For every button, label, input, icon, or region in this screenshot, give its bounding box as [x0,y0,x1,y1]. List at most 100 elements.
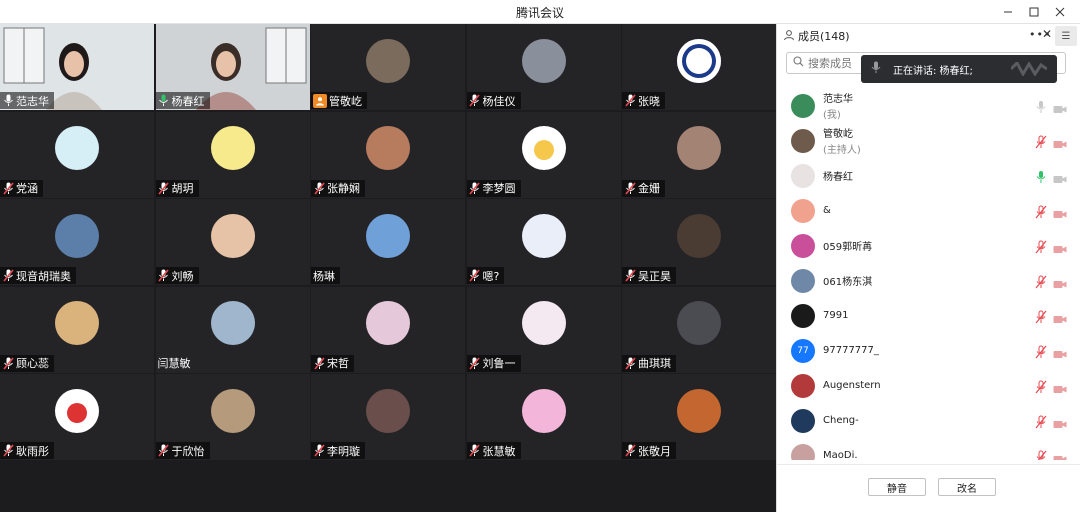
camera-icon[interactable] [1053,345,1067,358]
mic-muted-icon [469,356,481,370]
window-titlebar: 腾讯会议 [0,0,1080,24]
participant-name: 金姗 [638,182,660,195]
member-row[interactable]: 管敬屹 (主持人) [777,123,1080,158]
participant-tile[interactable]: 闫慧敏 [155,286,310,373]
people-icon [783,29,795,44]
members-scrollbar[interactable] [1073,88,1077,388]
member-row[interactable]: 059郭昕苒 [777,228,1080,263]
maximize-icon[interactable] [1022,2,1046,22]
mic-muted-icon [2,269,14,283]
member-row[interactable]: 7991 [777,298,1080,333]
participant-grid: 范志华 杨春红 管敬屹 杨佳仪 张晓党涵 胡玥 张静娴 李梦圆 金姗现音胡瑞奥 刘畅 杨琳 嗯? 吴正昊… [0,24,776,460]
mic-muted-icon[interactable] [1035,414,1047,429]
camera-icon[interactable] [1053,450,1067,460]
member-row[interactable]: Augenstern [777,368,1080,403]
participant-nametag: 李梦圆 [466,179,521,197]
camera-icon[interactable] [1053,310,1067,323]
close-icon[interactable]: ✕ [1042,27,1052,41]
camera-icon[interactable] [1053,205,1067,218]
camera-icon[interactable] [1053,170,1067,183]
participant-name: 耿雨彤 [16,444,49,458]
mic-muted-icon [624,269,636,283]
member-name: & [823,205,831,216]
participant-tile[interactable]: 管敬屹 [311,24,465,110]
participant-tile[interactable]: 杨琳 [311,199,465,285]
participant-tile[interactable]: 胡玥 [155,111,310,198]
microphone-icon[interactable] [1035,169,1047,183]
member-row[interactable]: & [777,193,1080,228]
camera-icon[interactable] [1053,380,1067,393]
participant-nametag: 张慧敏 [466,442,521,459]
participant-nametag: 杨琳 [311,267,340,284]
member-role: (主持人) [823,145,861,156]
camera-icon[interactable] [1053,415,1067,428]
camera-icon[interactable] [1053,275,1067,288]
minimize-icon[interactable] [996,2,1020,22]
window-controls [996,2,1072,22]
mute-all-button[interactable]: 静音 [868,478,926,496]
participant-tile[interactable]: 李梦圆 [466,111,621,198]
participant-tile[interactable]: 杨春红 [155,24,310,110]
mic-muted-icon[interactable] [1035,134,1047,149]
participant-tile[interactable]: 张晓 [622,24,776,110]
avatar [55,301,99,346]
members-panel-footer: 静音 改名 [777,464,1080,512]
participant-tile[interactable]: 张慧敏 [466,374,621,460]
avatar [677,301,721,346]
member-name: 管敬屹 [823,129,853,140]
participant-nametag: 刘鲁一 [466,354,521,372]
avatar [521,126,566,171]
mic-muted-icon[interactable] [1035,344,1047,359]
participant-tile[interactable]: 曲琪琪 [622,286,776,373]
mic-muted-icon [624,181,636,195]
member-name: Cheng- [823,415,859,426]
participant-tile[interactable]: 宋哲 [311,286,465,373]
participant-tile[interactable]: 张静娴 [311,111,465,198]
participant-tile[interactable]: 张敬月 [622,374,776,460]
close-icon[interactable] [1048,2,1072,22]
member-row[interactable]: 范志华 (我) [777,88,1080,123]
member-text: Augenstern [823,380,881,391]
participant-tile[interactable]: 吴正昊 [622,199,776,285]
camera-icon[interactable] [1053,240,1067,253]
member-name: MaoDi. [823,450,858,460]
mic-muted-icon [158,181,170,195]
mic-muted-icon [2,181,14,195]
participant-tile[interactable]: 耿雨彤 [0,374,154,460]
mic-muted-icon[interactable] [1035,449,1047,460]
participant-tile[interactable]: 范志华 [0,24,154,110]
participant-tile[interactable]: 嗯? [466,199,621,285]
mic-muted-icon[interactable] [1035,274,1047,289]
member-row[interactable]: MaoDi. [777,438,1080,460]
participant-tile[interactable]: 现音胡瑞奥 [0,199,154,285]
microphone-icon [2,94,14,108]
mic-muted-icon [2,356,14,370]
participant-tile[interactable]: 于欣怡 [155,374,310,460]
microphone-icon[interactable] [1035,99,1047,113]
camera-icon[interactable] [1053,135,1067,148]
menu-icon[interactable]: ☰ [1055,26,1077,46]
mic-muted-icon [624,444,636,458]
participant-tile[interactable]: 金姗 [622,111,776,198]
member-row[interactable]: Cheng- [777,403,1080,438]
mic-muted-icon[interactable] [1035,204,1047,219]
participant-tile[interactable]: 刘畅 [155,199,310,285]
member-row[interactable]: 77 97777777_ [777,333,1080,368]
bottom-toolbar [0,484,776,512]
member-row[interactable]: 061杨东淇 [777,263,1080,298]
audio-wave-icon [1011,62,1047,76]
member-row[interactable]: 杨春红 [777,158,1080,193]
member-role: (我) [823,110,841,121]
participant-tile[interactable]: 杨佳仪 [466,24,621,110]
mic-muted-icon[interactable] [1035,379,1047,394]
participant-tile[interactable]: 顾心蕊 [0,286,154,373]
member-name: Augenstern [823,380,881,391]
mic-muted-icon[interactable] [1035,309,1047,324]
rename-button[interactable]: 改名 [938,478,996,496]
participant-tile[interactable]: 李明璇 [311,374,465,460]
mic-muted-icon[interactable] [1035,239,1047,254]
participant-tile[interactable]: 刘鲁一 [466,286,621,373]
participant-nametag: 现音胡瑞奥 [0,267,76,284]
camera-icon[interactable] [1053,100,1067,113]
participant-tile[interactable]: 党涵 [0,111,154,198]
